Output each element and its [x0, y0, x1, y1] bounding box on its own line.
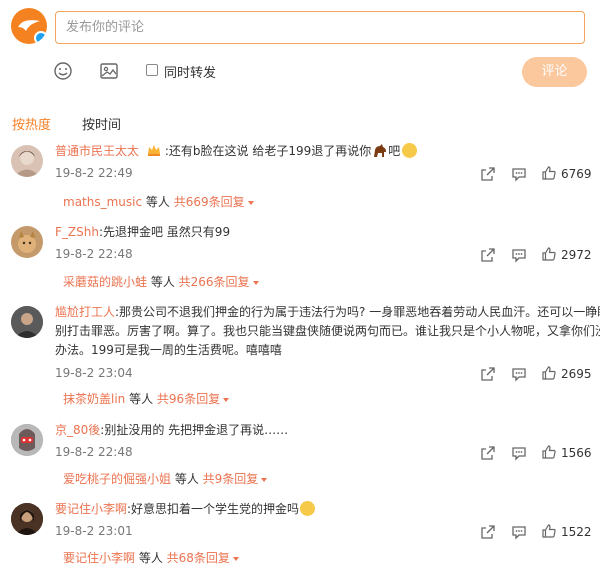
horse-emoji-icon	[374, 144, 387, 157]
verified-badge-icon	[34, 31, 47, 44]
share-icon[interactable]	[480, 166, 496, 182]
like-icon[interactable]	[541, 444, 557, 460]
share-icon[interactable]	[480, 247, 496, 263]
reply-username[interactable]: 抹茶奶盖lin	[63, 392, 125, 406]
tab-sort-by-time[interactable]: 按时间	[82, 114, 121, 133]
comment-icon[interactable]	[511, 445, 527, 461]
submit-comment-button[interactable]: 评论	[522, 57, 587, 87]
comment-icon[interactable]	[511, 247, 527, 263]
avatar[interactable]	[11, 424, 43, 456]
reply-others-text: 等人	[171, 472, 203, 486]
comment-body: 尴尬打工人:那贵公司不退我们押金的行为属于违法行为吗? 一身罪恶地吞着劳动人民血…	[55, 303, 600, 322]
comment-text: :别扯没用的 先把押金退了再说……	[100, 423, 289, 437]
chevron-down-icon	[261, 478, 268, 482]
comment-text-end: 吧	[388, 144, 401, 158]
comment-body: 京_80後:别扯没用的 先把押金退了再说……	[55, 421, 288, 440]
avatar[interactable]	[11, 145, 43, 177]
reply-count[interactable]: 共266条回复	[179, 275, 250, 289]
comment-date: 19-8-2 23:04	[55, 366, 133, 380]
comment-body: 要记住小李啊:好意思扣着一个学生党的押金吗	[55, 500, 316, 519]
comment-username[interactable]: 尴尬打工人	[55, 305, 115, 319]
reply-others-text: 等人	[142, 195, 174, 209]
chevron-down-icon	[232, 557, 239, 561]
image-icon[interactable]	[99, 61, 119, 81]
comment-text: :还有b脸在这说 给老子199退了再说你	[164, 144, 372, 158]
repost-checkbox[interactable]	[146, 64, 158, 76]
comment-username[interactable]: 普通市民王太太	[55, 144, 139, 158]
like-count: 2972	[561, 248, 592, 262]
comment-username[interactable]: F_ZShh	[55, 225, 99, 239]
like-count: 1566	[561, 446, 592, 460]
comment-date: 19-8-2 22:48	[55, 247, 133, 261]
comment-body: F_ZShh:先退押金吧 虽然只有99	[55, 223, 230, 242]
reply-count[interactable]: 共68条回复	[167, 551, 230, 565]
chevron-down-icon	[247, 201, 254, 205]
reply-summary[interactable]: 采蘑菇的跳小蛙 等人 共266条回复	[63, 273, 259, 290]
share-icon[interactable]	[480, 366, 496, 382]
comment-icon[interactable]	[511, 366, 527, 382]
reply-count[interactable]: 共9条回复	[203, 472, 259, 486]
reply-others-text: 等人	[147, 275, 179, 289]
like-count: 2695	[561, 367, 592, 381]
weibo-bird-icon	[18, 20, 40, 31]
tab-sort-by-hot[interactable]: 按热度	[12, 114, 51, 133]
avatar[interactable]	[11, 306, 43, 338]
smile-emoji-icon	[300, 501, 316, 516]
share-icon[interactable]	[480, 445, 496, 461]
reply-summary[interactable]: 爱吃桃子的倔强小姐 等人 共9条回复	[63, 470, 268, 487]
comment-text-line-1: :那贵公司不退我们押金的行为属于违法行为吗? 一身罪恶地吞着劳动人民血汗。还可以…	[115, 305, 600, 319]
reply-count[interactable]: 共669条回复	[174, 195, 245, 209]
comment-icon[interactable]	[511, 524, 527, 540]
like-icon[interactable]	[541, 165, 557, 181]
avatar[interactable]	[11, 226, 43, 258]
reply-summary[interactable]: maths_music 等人 共669条回复	[63, 193, 254, 210]
comment-date: 19-8-2 22:49	[55, 166, 133, 180]
reply-summary[interactable]: 要记住小李啊 等人 共68条回复	[63, 549, 239, 566]
comment-username[interactable]: 京_80後	[55, 423, 100, 437]
smile-emoji-icon	[402, 143, 418, 158]
reply-others-text: 等人	[125, 392, 157, 406]
like-icon[interactable]	[541, 523, 557, 539]
comment-text-line-3: 办法。199可是我一周的生活费呢。嘻嘻嘻	[55, 343, 282, 357]
comment-date: 19-8-2 23:01	[55, 524, 133, 538]
chevron-down-icon	[223, 398, 230, 402]
reply-others-text: 等人	[135, 551, 167, 565]
current-user-avatar[interactable]	[11, 8, 47, 44]
crown-badge-icon	[147, 145, 160, 156]
comment-input[interactable]: 发布你的评论	[55, 11, 585, 44]
comment-text: :好意思扣着一个学生党的押金吗	[127, 502, 300, 516]
comment-icon[interactable]	[511, 166, 527, 182]
chevron-down-icon	[252, 281, 259, 285]
reply-username[interactable]: 要记住小李啊	[63, 551, 135, 565]
comment-text: :先退押金吧 虽然只有99	[98, 225, 231, 239]
like-icon[interactable]	[541, 246, 557, 262]
reply-username[interactable]: maths_music	[63, 195, 142, 209]
comment-text-line-2: 别打击罪恶。厉害了啊。算了。我也只能当键盘侠随便说两句而已。谁让我只是个小人物呢…	[55, 324, 600, 338]
like-icon[interactable]	[541, 365, 557, 381]
share-icon[interactable]	[480, 524, 496, 540]
like-count: 6769	[561, 167, 592, 181]
comment-username[interactable]: 要记住小李啊	[55, 502, 127, 516]
like-count: 1522	[561, 525, 592, 539]
reply-username[interactable]: 爱吃桃子的倔强小姐	[63, 472, 171, 486]
repost-label: 同时转发	[164, 66, 217, 81]
avatar[interactable]	[11, 503, 43, 535]
reply-username[interactable]: 采蘑菇的跳小蛙	[63, 275, 147, 289]
comment-body: 普通市民王太太 :还有b脸在这说 给老子199退了再说你 吧	[55, 142, 418, 161]
comment-date: 19-8-2 22:48	[55, 445, 133, 459]
emoji-icon[interactable]	[53, 61, 73, 81]
reply-count[interactable]: 共96条回复	[157, 392, 220, 406]
reply-summary[interactable]: 抹茶奶盖lin 等人 共96条回复	[63, 390, 230, 407]
